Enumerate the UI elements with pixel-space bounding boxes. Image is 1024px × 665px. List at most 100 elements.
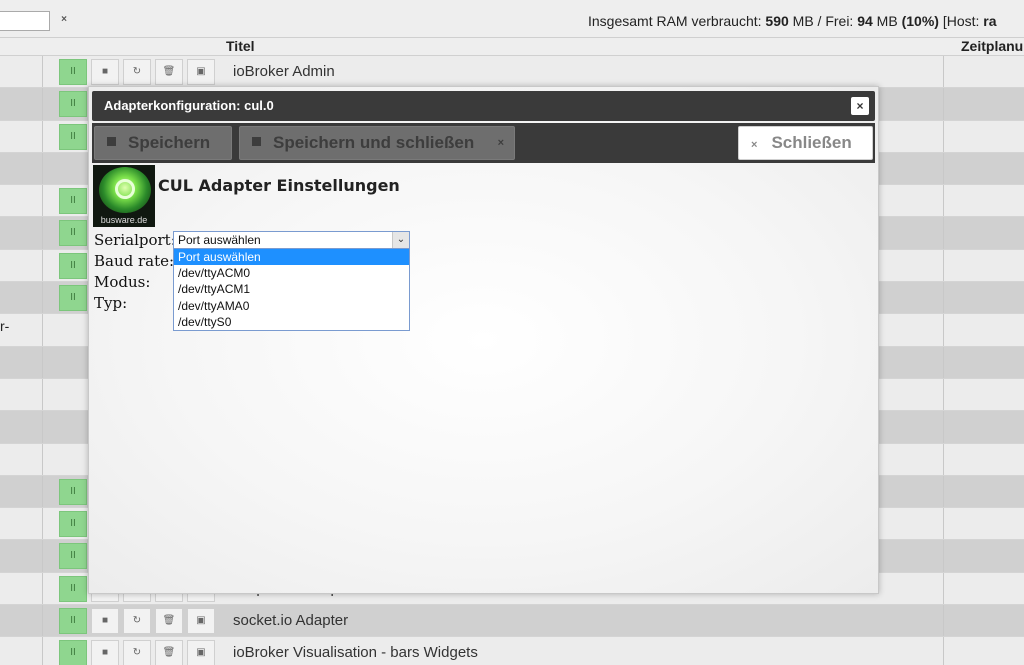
column-divider xyxy=(943,88,944,120)
column-divider xyxy=(42,56,43,88)
filter-input[interactable] xyxy=(0,11,50,31)
reload-icon[interactable]: ↻ xyxy=(123,59,151,85)
pause-button[interactable]: II xyxy=(59,91,87,118)
adapter-title: socket.io Adapter xyxy=(233,612,349,630)
ram-used: 590 xyxy=(765,13,789,29)
host-value: ra xyxy=(983,13,997,29)
serialport-dropdown-list: Port auswählen/dev/ttyACM0/dev/ttyACM1/d… xyxy=(173,248,410,331)
column-divider xyxy=(42,88,43,120)
ram-percent: (10%) xyxy=(901,13,939,29)
logo-ring xyxy=(115,179,135,199)
pause-button[interactable]: II xyxy=(59,575,87,602)
image-icon[interactable]: ▣ xyxy=(187,59,215,85)
pause-button[interactable]: II xyxy=(59,59,87,85)
settings-title: CUL Adapter Einstellungen xyxy=(158,176,400,195)
column-divider xyxy=(42,346,43,378)
table-row[interactable]: II ■ ↻ 🗑 ▣ ioBroker Admin xyxy=(0,56,1024,89)
column-divider xyxy=(943,185,944,217)
pause-button[interactable]: II xyxy=(59,252,87,279)
delete-icon[interactable]: 🗑 xyxy=(155,640,183,665)
column-divider xyxy=(943,120,944,152)
serialport-option[interactable]: /dev/ttyACM0 xyxy=(174,265,409,281)
serialport-option[interactable]: /dev/ttyACM1 xyxy=(174,281,409,297)
pause-button[interactable]: II xyxy=(59,608,87,635)
save-and-close-label: Speichern und schließen xyxy=(273,133,475,152)
stop-button[interactable]: ■ xyxy=(91,640,119,665)
column-divider xyxy=(42,572,43,605)
type-label: Typ: xyxy=(94,294,128,312)
close-icon: × xyxy=(751,139,758,151)
save-label: Speichern xyxy=(128,133,211,152)
column-divider xyxy=(943,249,944,282)
image-icon[interactable]: ▣ xyxy=(187,640,215,665)
top-bar: × Insgesamt RAM verbraucht: 590 MB / Fre… xyxy=(0,0,1024,38)
pause-button[interactable]: II xyxy=(59,220,87,247)
host-prefix: [Host: xyxy=(938,13,984,29)
table-header: Titel Zeitplanu xyxy=(0,38,1024,56)
column-divider xyxy=(42,314,43,346)
pause-button[interactable]: II xyxy=(59,478,87,505)
serialport-option[interactable]: /dev/ttyAMA0 xyxy=(174,298,409,314)
reload-icon[interactable]: ↻ xyxy=(123,608,151,635)
column-divider xyxy=(42,475,43,508)
column-divider xyxy=(943,475,944,508)
dialog-toolbar: Speichern Speichern und schließen × × Schl… xyxy=(92,123,875,163)
close-button[interactable]: × Schließen xyxy=(738,126,873,160)
serialport-option[interactable]: Port auswählen xyxy=(174,249,409,266)
ram-status: Insgesamt RAM verbraucht: 590 MB / Frei:… xyxy=(588,13,997,29)
table-row[interactable]: II ■ ↻ 🗑 ▣ ioBroker Visualisation - bars Widg… xyxy=(0,637,1024,665)
delete-icon[interactable]: 🗑 xyxy=(155,59,183,85)
delete-icon[interactable]: 🗑 xyxy=(155,608,183,635)
ram-mb-1: MB / Frei: xyxy=(788,13,858,29)
dialog-title-bar: Adapterkonfiguration: cul.0 × xyxy=(92,91,875,121)
pause-button[interactable]: II xyxy=(59,123,87,150)
ram-prefix: Insgesamt RAM verbraucht: xyxy=(588,13,766,29)
column-divider xyxy=(42,605,43,637)
column-divider xyxy=(943,508,944,540)
column-divider xyxy=(943,637,944,665)
table-row[interactable]: II ■ ↻ 🗑 ▣ socket.io Adapter xyxy=(0,605,1024,638)
column-divider xyxy=(943,443,944,475)
pause-button[interactable]: II xyxy=(59,511,87,538)
pause-button[interactable]: II xyxy=(59,188,87,215)
filter-clear-button[interactable]: × xyxy=(56,12,72,28)
floppy-icon xyxy=(252,137,261,147)
column-divider xyxy=(42,120,43,152)
column-divider xyxy=(42,411,43,443)
column-header-title[interactable]: Titel xyxy=(226,38,255,54)
ram-mb-2: MB xyxy=(872,13,902,29)
column-header-schedule[interactable]: Zeitplanu xyxy=(961,38,1023,54)
adapter-title: ioBroker Visualisation - bars Widgets xyxy=(233,644,478,662)
save-button[interactable]: Speichern xyxy=(94,126,232,160)
stop-button[interactable]: ■ xyxy=(91,608,119,635)
close-icon: × xyxy=(497,137,504,149)
chevron-down-icon[interactable]: ⌄ xyxy=(392,232,409,248)
column-divider xyxy=(943,152,944,185)
column-divider xyxy=(943,572,944,605)
column-divider xyxy=(42,217,43,249)
column-divider xyxy=(42,378,43,411)
column-divider xyxy=(943,217,944,249)
pause-button[interactable]: II xyxy=(59,640,87,665)
serialport-select[interactable]: Port auswählen ⌄ xyxy=(173,231,410,249)
save-and-close-button[interactable]: Speichern und schließen × xyxy=(239,126,515,160)
column-divider xyxy=(943,605,944,637)
pause-button[interactable]: II xyxy=(59,285,87,312)
serialport-option[interactable]: /dev/ttyS0 xyxy=(174,314,409,330)
reload-icon[interactable]: ↻ xyxy=(123,640,151,665)
adapter-config-dialog: Adapterkonfiguration: cul.0 × Speichern … xyxy=(88,86,879,594)
pause-button[interactable]: II xyxy=(59,543,87,570)
dialog-close-icon[interactable]: × xyxy=(851,97,869,115)
column-divider xyxy=(42,152,43,185)
column-divider xyxy=(42,282,43,314)
column-divider xyxy=(42,508,43,540)
column-divider xyxy=(42,185,43,217)
ram-free: 94 xyxy=(857,13,873,29)
column-divider xyxy=(42,249,43,282)
stop-button[interactable]: ■ xyxy=(91,59,119,85)
serialport-label: Serialport: xyxy=(94,231,176,249)
column-divider xyxy=(943,378,944,411)
image-icon[interactable]: ▣ xyxy=(187,608,215,635)
column-divider xyxy=(943,282,944,314)
dialog-title: Adapterkonfiguration: cul.0 xyxy=(104,98,274,113)
